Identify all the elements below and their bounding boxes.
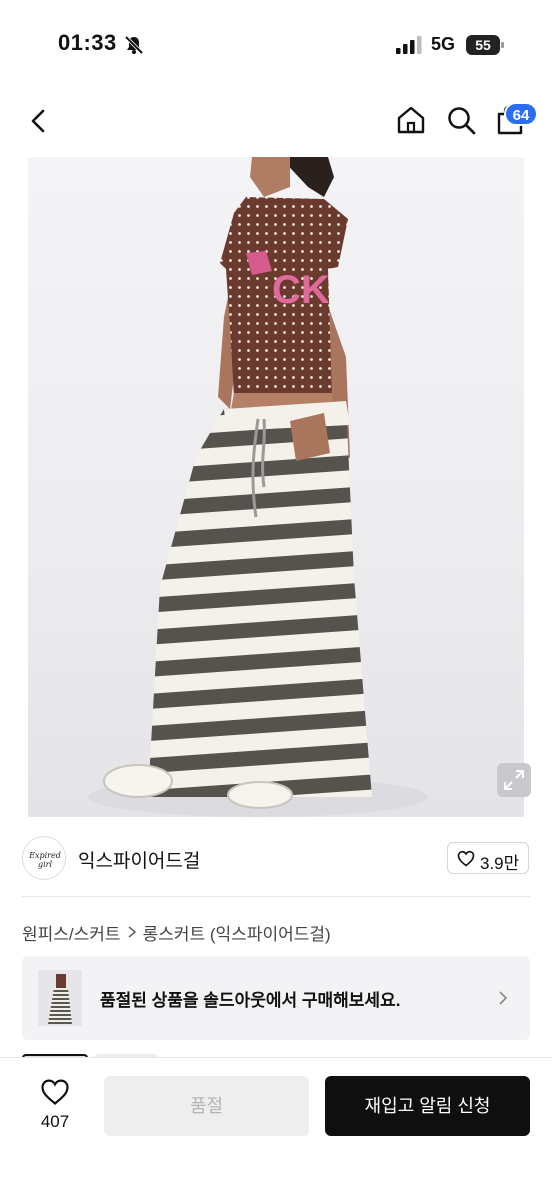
banner-thumbnail-illustration [38, 970, 82, 1026]
status-bar: 01:33 5G 55 [0, 0, 552, 90]
banner-thumbnail [38, 970, 82, 1026]
brand-like-count: 3.9만 [480, 854, 520, 873]
battery-tip [501, 42, 504, 48]
nav-bar: 64 [0, 90, 552, 154]
signal-icon [396, 36, 422, 54]
soldout-button[interactable]: 품절 [104, 1076, 309, 1136]
brand-like-button[interactable]: 3.9만 [447, 842, 529, 874]
battery-level: 55 [466, 35, 500, 55]
network-label: 5G [431, 34, 456, 54]
breadcrumb-category[interactable]: 원피스/스커트 [22, 920, 121, 945]
bell-muted-icon [124, 35, 144, 55]
brand-name[interactable]: 익스파이어드걸 [78, 846, 200, 873]
wish-count: 407 [40, 1112, 70, 1131]
chevron-right-icon [128, 926, 136, 938]
product-photo[interactable]: CK [28, 157, 524, 817]
home-icon[interactable] [395, 104, 427, 136]
divider [22, 896, 530, 897]
chevron-right-icon [499, 991, 508, 1005]
shirt-print-text: CK [272, 268, 330, 312]
restock-alert-button[interactable]: 재입고 알림 신청 [325, 1076, 530, 1136]
cart-count-badge[interactable]: 64 [504, 102, 538, 126]
breadcrumb-subcategory[interactable]: 롱스커트 (익스파이어드걸) [143, 920, 331, 945]
brand-logo-text: Expired girl [29, 851, 61, 869]
search-icon[interactable] [445, 104, 477, 136]
product-photo-illustration: CK [88, 157, 428, 817]
brand-row: Expired girl 익스파이어드걸 3.9만 [0, 830, 552, 890]
status-time: 01:33 [58, 30, 117, 55]
back-icon[interactable] [24, 106, 54, 136]
heart-icon [457, 850, 475, 867]
breadcrumb: 원피스/스커트 롱스커트 (익스파이어드걸) [22, 920, 331, 944]
expand-icon[interactable] [497, 763, 531, 797]
brand-logo[interactable]: Expired girl [22, 836, 66, 880]
banner-text: 품절된 상품을 솔드아웃에서 구매해보세요. [100, 991, 401, 1010]
heart-icon[interactable] [40, 1078, 70, 1106]
soldout-banner[interactable]: 품절된 상품을 솔드아웃에서 구매해보세요. [22, 956, 530, 1040]
bottom-action-bar: 407 품절 재입고 알림 신청 [0, 1058, 552, 1200]
battery-icon: 55 [466, 35, 504, 55]
